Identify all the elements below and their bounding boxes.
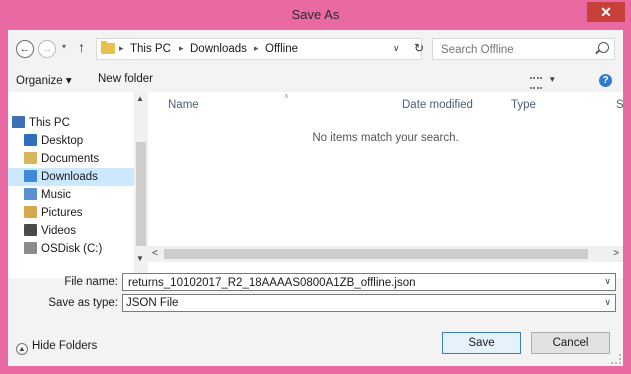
nav-item-downloads[interactable]: Downloads (8, 168, 134, 186)
save-as-dialog: Save As ✕ ← → ▾ ↑ ▸ This PC ▸ Downloads … (0, 0, 631, 374)
dialog-client-area: ← → ▾ ↑ ▸ This PC ▸ Downloads ▸ Offline … (8, 30, 623, 366)
resize-grip-icon[interactable] (611, 354, 621, 364)
save-as-type-select[interactable]: JSON File ∨ (122, 294, 616, 312)
refresh-icon[interactable]: ↻ (414, 41, 424, 55)
back-button[interactable]: ← (16, 40, 34, 58)
breadcrumb-downloads[interactable]: Downloads (190, 43, 247, 55)
music-folder-icon (24, 188, 37, 200)
downloads-folder-icon (24, 170, 37, 182)
chevron-right-icon[interactable]: ▸ (179, 43, 184, 54)
disk-drive-icon (24, 242, 37, 254)
cancel-button[interactable]: Cancel (531, 332, 610, 354)
videos-folder-icon (24, 224, 37, 236)
title-bar[interactable]: Save As ✕ (0, 0, 631, 30)
documents-folder-icon (24, 152, 37, 164)
save-button[interactable]: Save (442, 332, 521, 354)
computer-icon (12, 116, 25, 128)
pictures-folder-icon (24, 206, 37, 218)
chevron-right-icon[interactable]: ▸ (254, 43, 259, 54)
column-header-size[interactable]: Si (616, 99, 623, 111)
organize-button[interactable]: Organize ▾ (16, 73, 72, 87)
file-name-label: File name: (64, 276, 118, 288)
nav-item-pictures[interactable]: Pictures (24, 204, 83, 222)
nav-item-desktop[interactable]: Desktop (24, 132, 83, 150)
chevron-down-icon[interactable]: ∨ (604, 276, 611, 287)
search-box[interactable] (432, 38, 615, 60)
horizontal-scrollbar[interactable]: < > (148, 246, 623, 262)
nav-item-this-pc[interactable]: This PC (12, 114, 70, 132)
up-button[interactable]: ↑ (78, 39, 85, 55)
help-icon[interactable]: ? (599, 74, 612, 87)
save-as-type-value: JSON File (126, 297, 179, 309)
desktop-folder-icon (24, 134, 37, 146)
recent-locations-button[interactable]: ▾ (62, 42, 66, 51)
scroll-left-icon[interactable]: < (152, 248, 158, 259)
scroll-up-icon[interactable]: ▲ (136, 94, 144, 103)
save-as-type-label: Save as type: (48, 297, 118, 309)
chevron-down-icon[interactable]: ∨ (604, 297, 611, 308)
chevron-down-icon[interactable]: ∨ (393, 43, 400, 54)
search-icon[interactable] (598, 42, 609, 53)
close-button[interactable]: ✕ (587, 2, 625, 22)
command-bar: Organize ▾ New folder ▾ ? (8, 68, 623, 92)
view-options-icon[interactable] (530, 77, 542, 89)
horizontal-scrollbar-thumb[interactable] (164, 249, 588, 259)
file-name-input[interactable] (126, 275, 600, 291)
folder-icon (101, 41, 115, 54)
breadcrumb-this-pc[interactable]: This PC (130, 43, 171, 55)
column-header-type[interactable]: Type (511, 99, 536, 111)
column-header-date-modified[interactable]: Date modified (402, 99, 473, 111)
nav-item-music[interactable]: Music (24, 186, 71, 204)
search-input[interactable] (439, 41, 593, 59)
forward-button[interactable]: → (38, 40, 56, 58)
nav-scrollbar-thumb[interactable] (136, 142, 146, 246)
scroll-down-icon[interactable]: ▼ (136, 254, 144, 263)
empty-message: No items match your search. (312, 132, 459, 144)
nav-item-documents[interactable]: Documents (24, 150, 99, 168)
scroll-right-icon[interactable]: > (613, 248, 619, 259)
nav-item-osdisk[interactable]: OSDisk (C:) (24, 240, 102, 258)
collapse-icon: ▲ (16, 343, 28, 355)
window-title: Save As (291, 7, 340, 22)
breadcrumb-offline[interactable]: Offline (265, 43, 298, 55)
new-folder-button[interactable]: New folder (98, 73, 153, 85)
file-name-field[interactable]: ∨ (122, 273, 616, 291)
sort-indicator-icon: ˄ (284, 92, 289, 101)
navigation-pane: This PC Desktop Documents Downloads Musi… (8, 92, 134, 278)
chevron-right-icon[interactable]: ▸ (119, 43, 124, 54)
hide-folders-label: Hide Folders (32, 340, 98, 352)
view-dropdown-button[interactable]: ▾ (550, 74, 555, 85)
hide-folders-button[interactable]: ▲ Hide Folders (16, 340, 97, 355)
nav-item-videos[interactable]: Videos (24, 222, 76, 240)
address-bar[interactable]: ▸ This PC ▸ Downloads ▸ Offline ∨ (96, 38, 422, 60)
column-header-name[interactable]: Name (168, 99, 199, 111)
